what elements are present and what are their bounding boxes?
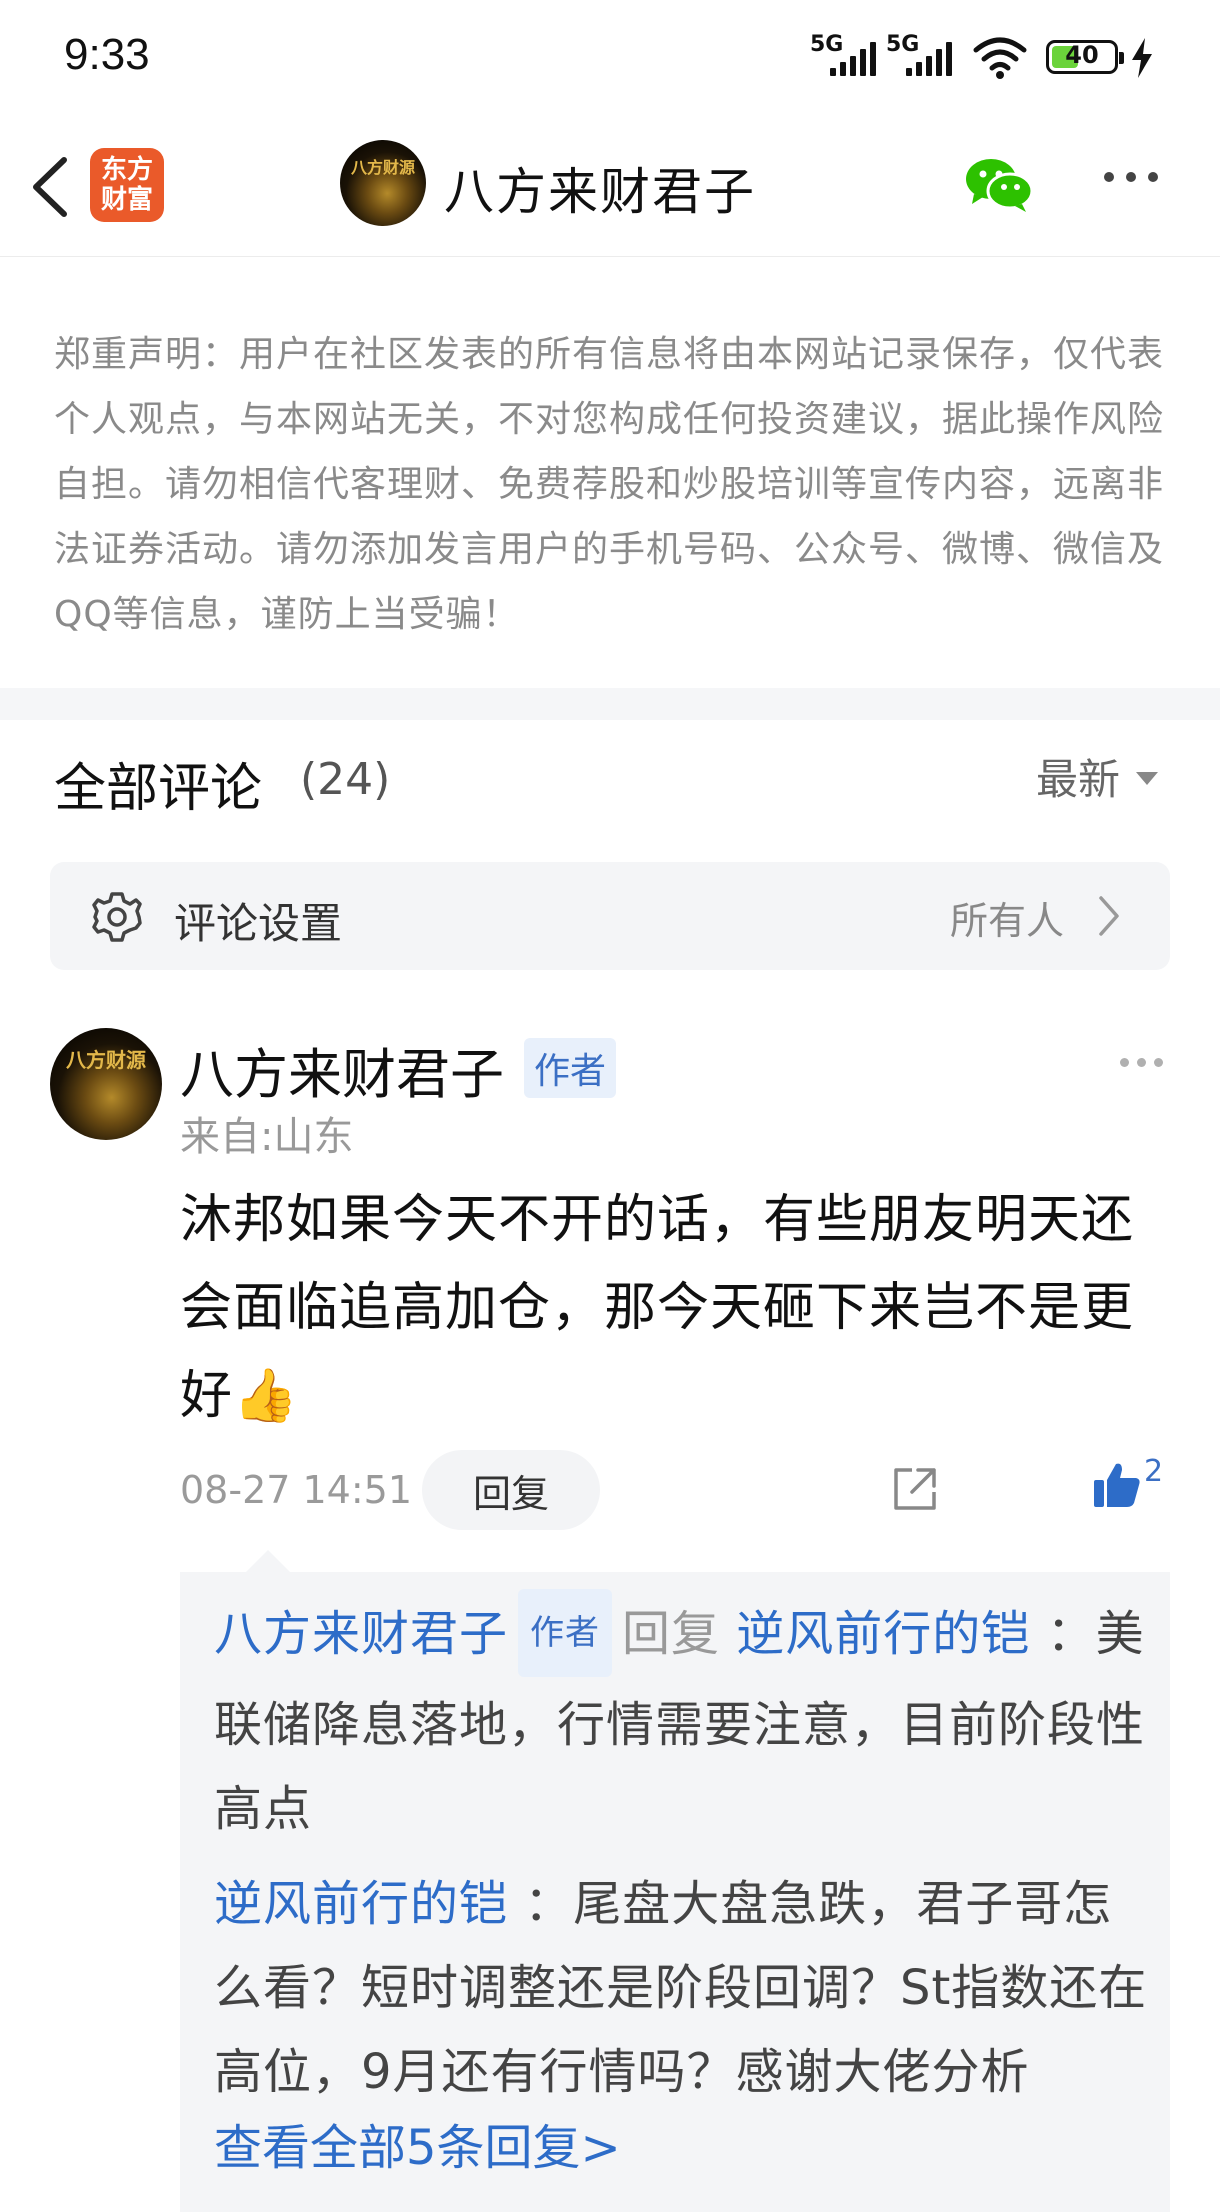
reply-target[interactable]: 逆风前行的铠: [736, 1606, 1030, 1662]
gear-icon: [92, 892, 142, 942]
chevron-right-icon: [1099, 896, 1119, 936]
page-title[interactable]: 八方来财君子: [444, 152, 756, 224]
sort-label: 最新: [1036, 755, 1121, 804]
replies-panel: 八方来财君子 作者 回复 逆风前行的铠 ：美联储降息落地，行情需要注意，目前阶段性高…: [180, 1550, 1170, 2212]
comments-title: 全部评论: [54, 759, 263, 819]
reply-item[interactable]: 逆风前行的铠 ：尾盘大盘急跌，君子哥怎么看？短时调整还是阶段回调？St指数还在高…: [214, 1862, 1154, 2114]
battery-level: 40: [1065, 41, 1099, 69]
app-logo-line1: 东方: [100, 155, 153, 185]
status-time: 9:33: [64, 30, 150, 79]
author-badge: 作者: [518, 1589, 613, 1677]
comment-avatar[interactable]: 八方财源: [50, 1028, 162, 1140]
comment-more-icon[interactable]: [1120, 1058, 1163, 1067]
network-label: 5G: [810, 32, 844, 57]
reply-separator: ：: [1046, 1606, 1096, 1662]
network-label: 5G: [886, 32, 920, 57]
comment-settings-row[interactable]: 评论设置 所有人: [50, 862, 1170, 970]
section-divider: [0, 688, 1220, 720]
app-logo[interactable]: 东方 财富: [90, 148, 164, 222]
view-all-replies-link[interactable]: 查看全部5条回复>: [214, 2108, 621, 2178]
reply-author[interactable]: 逆风前行的铠: [214, 1876, 508, 1932]
charging-icon: [1132, 38, 1152, 78]
comment-settings-value: 所有人: [950, 899, 1065, 943]
reply-button[interactable]: 回复: [422, 1450, 600, 1530]
comment-time: 08-27 14:51: [180, 1468, 413, 1512]
author-badge: 作者: [524, 1038, 617, 1098]
wifi-icon: [973, 37, 1027, 79]
status-bar: 9:33 5G 5G 40: [0, 0, 1220, 118]
back-icon[interactable]: [24, 154, 78, 220]
share-icon[interactable]: [890, 1464, 940, 1514]
wechat-icon[interactable]: [964, 156, 1034, 214]
reply-author[interactable]: 八方来财君子: [214, 1606, 508, 1662]
caret-down-icon: [1136, 772, 1159, 785]
sort-dropdown[interactable]: 最新: [1036, 746, 1159, 807]
thumbs-up-icon[interactable]: [1092, 1460, 1142, 1510]
top-nav-bar: 东方 财富 八方财源 八方来财君子: [0, 118, 1220, 257]
battery-icon: 40: [1046, 40, 1124, 74]
reply-separator: ：: [524, 1876, 574, 1932]
comments-count: (24): [300, 754, 391, 805]
comment-location: 来自:山东: [180, 1114, 354, 1160]
comment-author[interactable]: 八方来财君子: [180, 1030, 504, 1109]
comment-settings-label: 评论设置: [174, 899, 343, 948]
like-count: 2: [1144, 1454, 1164, 1489]
avatar-text: 八方财源: [66, 1048, 146, 1072]
author-avatar[interactable]: 八方财源: [340, 140, 426, 226]
signal-icon: 5G: [810, 32, 876, 76]
app-logo-line2: 财富: [100, 185, 153, 215]
comment-text: 沐邦如果今天不开的话，有些朋友明天还会面临追高加仓，那今天砸下来岂不是更好👍: [180, 1190, 1135, 1426]
avatar-text: 八方财源: [350, 158, 415, 177]
signal-icon: 5G: [886, 32, 952, 76]
disclaimer-notice: 郑重声明：用户在社区发表的所有信息将由本网站记录保存，仅代表个人观点，与本网站无…: [54, 334, 1165, 635]
more-icon[interactable]: [1104, 172, 1158, 182]
reply-verb: 回复: [622, 1606, 721, 1662]
reply-item[interactable]: 八方来财君子 作者 回复 逆风前行的铠 ：美联储降息落地，行情需要注意，目前阶段性高…: [214, 1589, 1154, 1851]
